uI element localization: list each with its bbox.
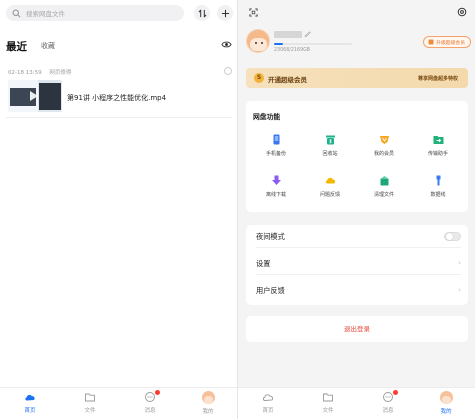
- home-topbar: 搜索网盘文件: [0, 0, 237, 26]
- recent-group-header: 02-18 13:59 网页修得: [8, 68, 77, 76]
- feedback-icon: [325, 177, 335, 184]
- bottom-nav: 首页 文件 消息 我的: [0, 387, 237, 419]
- add-button[interactable]: [217, 5, 233, 21]
- gear-icon[interactable]: [457, 7, 467, 17]
- edit-icon[interactable]: [304, 31, 311, 37]
- night-mode-label: 夜间模式: [256, 232, 285, 241]
- home-screen: 搜索网盘文件 最近 收藏 02-18 13:59 网页修得 第91讲 小程序之性…: [0, 0, 237, 419]
- storage-progress-fill: [274, 43, 284, 45]
- feedback-label: 用户反馈: [256, 286, 285, 295]
- upgrade-vip-button[interactable]: 升级超级会员: [423, 36, 471, 48]
- func-data-cable[interactable]: 数据线: [412, 175, 464, 198]
- settings-label: 设置: [256, 259, 271, 268]
- feedback-row[interactable]: 用户反馈 ›: [256, 280, 461, 302]
- logout-label: 退出登录: [344, 325, 370, 333]
- offline-download-icon: [271, 175, 281, 185]
- nav-messages-label: 消息: [144, 408, 156, 414]
- unread-dot: [155, 390, 160, 395]
- profile-topbar: [238, 0, 475, 26]
- tab-recent[interactable]: 最近: [6, 39, 27, 54]
- file-name[interactable]: 第91讲 小程序之性能优化.mp4: [67, 93, 166, 103]
- folder-icon: [323, 393, 333, 402]
- nav-mine[interactable]: 我的: [426, 391, 466, 415]
- bottom-nav: 首页 文件 消息 我的: [238, 387, 475, 419]
- nav-home-label: 首页: [24, 408, 36, 414]
- eye-icon[interactable]: [221, 40, 232, 49]
- search-icon: [12, 9, 21, 17]
- scan-icon[interactable]: [249, 8, 258, 17]
- nav-messages[interactable]: 消息: [130, 390, 170, 414]
- nav-files-label: 文件: [84, 408, 96, 414]
- func-phone-backup[interactable]: 手机备份: [250, 134, 302, 157]
- user-avatar[interactable]: [246, 29, 270, 53]
- username-redacted: [274, 31, 302, 38]
- select-checkbox[interactable]: [224, 67, 232, 75]
- clean-files-icon: [379, 176, 389, 186]
- recycle-bin-icon: [325, 135, 335, 145]
- vip-icon: [379, 136, 389, 144]
- vip-banner-subtitle: 尊享网盘超多特权: [417, 76, 458, 82]
- sort-icon: [198, 9, 206, 17]
- settings-card: 夜间模式 设置 › 用户反馈 ›: [246, 225, 468, 305]
- vip-coin-icon: S: [254, 73, 264, 83]
- play-icon: [30, 91, 38, 101]
- nav-home-label: 首页: [262, 408, 274, 414]
- avatar-icon: [439, 391, 453, 404]
- func-feedback[interactable]: 问题反馈: [304, 175, 356, 198]
- settings-row[interactable]: 设置 ›: [256, 253, 461, 275]
- func-clean-files[interactable]: 清理文件: [358, 175, 410, 198]
- nav-mine-label: 我的: [202, 409, 214, 415]
- nav-files-label: 文件: [322, 408, 334, 414]
- nav-files[interactable]: 文件: [308, 391, 348, 414]
- nav-messages[interactable]: 消息: [368, 390, 408, 414]
- vip-banner[interactable]: S 开通超级会员 尊享网盘超多特权: [246, 68, 468, 88]
- logout-button[interactable]: 退出登录: [246, 316, 468, 342]
- search-placeholder: 搜索网盘文件: [26, 10, 65, 18]
- plus-icon: [221, 9, 229, 17]
- vip-banner-title: 开通超级会员: [268, 76, 307, 84]
- crown-icon: [428, 39, 434, 45]
- chevron-right-icon: ›: [458, 259, 461, 267]
- upgrade-vip-label: 升级超级会员: [436, 40, 465, 46]
- sort-button[interactable]: [194, 5, 210, 21]
- search-input[interactable]: 搜索网盘文件: [6, 5, 184, 21]
- functions-card: 网盘功能 手机备份 回收站 我的会员 传输助手 离线下载 问题反馈 清理文件 数…: [246, 101, 468, 212]
- nav-files[interactable]: 文件: [70, 391, 110, 414]
- night-mode-toggle[interactable]: [444, 232, 461, 241]
- func-my-vip[interactable]: 我的会员: [358, 134, 410, 157]
- nav-mine[interactable]: 我的: [188, 391, 228, 415]
- nav-home[interactable]: 首页: [248, 391, 288, 414]
- func-offline-download[interactable]: 离线下载: [250, 175, 302, 198]
- cloud-icon: [262, 394, 274, 401]
- chevron-right-icon: ›: [458, 286, 461, 294]
- home-tabs: 最近 收藏: [6, 39, 232, 53]
- list-divider: [6, 117, 232, 118]
- nav-messages-label: 消息: [382, 408, 394, 414]
- phone-backup-icon: [273, 134, 279, 145]
- group-time: 02-18 13:59: [8, 70, 42, 76]
- nav-mine-label: 我的: [440, 409, 452, 415]
- unread-dot: [393, 390, 398, 395]
- nav-home[interactable]: 首页: [10, 391, 50, 414]
- night-mode-row: 夜间模式: [256, 226, 461, 248]
- func-recycle-bin[interactable]: 回收站: [304, 134, 356, 157]
- profile-screen: 23068/2169GB 升级超级会员 S 开通超级会员 尊享网盘超多特权 网盘…: [238, 0, 475, 419]
- data-cable-icon: [436, 175, 440, 186]
- tab-favorites[interactable]: 收藏: [41, 41, 55, 51]
- video-thumbnail[interactable]: [8, 80, 62, 112]
- functions-title: 网盘功能: [253, 113, 281, 121]
- storage-text: 23068/2169GB: [274, 48, 311, 53]
- cloud-icon: [25, 394, 35, 401]
- storage-progress: [274, 43, 352, 45]
- transfer-icon: [433, 136, 443, 144]
- avatar-icon: [201, 391, 215, 404]
- folder-icon: [85, 393, 95, 402]
- func-transfer-assistant[interactable]: 传输助手: [412, 134, 464, 157]
- group-source: 网页修得: [49, 70, 72, 76]
